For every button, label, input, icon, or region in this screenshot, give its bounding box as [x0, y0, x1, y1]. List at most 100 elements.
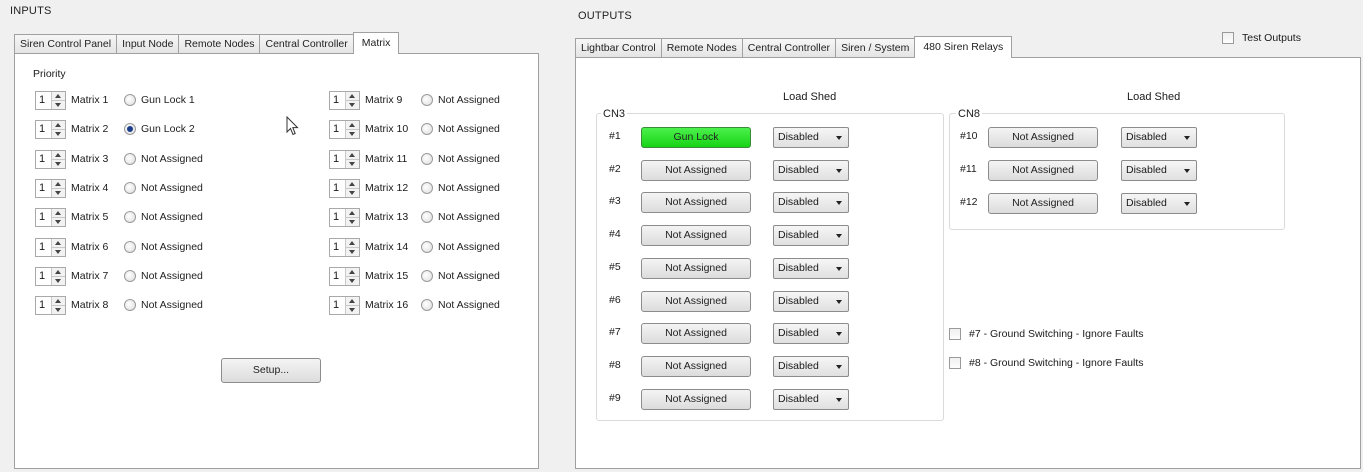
priority-spinner[interactable]: 1 — [35, 237, 66, 257]
spinner-down-icon[interactable] — [55, 249, 61, 254]
priority-spinner[interactable]: 1 — [329, 208, 360, 228]
relay-assign-button[interactable]: Not Assigned — [988, 193, 1098, 214]
matrix-assign-radio[interactable] — [421, 240, 433, 253]
spinner-up-icon[interactable] — [55, 152, 61, 157]
spinner-up-icon[interactable] — [349, 181, 355, 186]
relay-assign-button[interactable]: Not Assigned — [641, 323, 751, 345]
spinner-down-icon[interactable] — [349, 278, 355, 283]
load-shed-select[interactable]: Disabled — [773, 323, 849, 345]
matrix-assign-radio[interactable] — [124, 211, 136, 224]
relay-assign-button[interactable]: Not Assigned — [641, 355, 751, 377]
ground-switching-checkbox[interactable] — [949, 328, 961, 340]
spinner-up-icon[interactable] — [55, 123, 61, 128]
spinner-arrows[interactable] — [345, 150, 359, 168]
spinner-down-icon[interactable] — [349, 190, 355, 195]
priority-spinner[interactable]: 1 — [329, 237, 360, 257]
priority-spinner[interactable]: 1 — [329, 149, 360, 169]
spinner-up-icon[interactable] — [55, 240, 61, 245]
priority-spinner[interactable]: 1 — [35, 208, 66, 228]
relay-assign-button[interactable]: Not Assigned — [641, 192, 751, 214]
spinner-down-icon[interactable] — [55, 308, 61, 313]
load-shed-select[interactable]: Disabled — [773, 159, 849, 181]
tab-480-siren-relays[interactable]: 480 Siren Relays — [914, 36, 1013, 58]
spinner-down-icon[interactable] — [55, 190, 61, 195]
spinner-up-icon[interactable] — [55, 181, 61, 186]
matrix-assign-radio[interactable] — [124, 94, 136, 106]
spinner-down-icon[interactable] — [55, 220, 61, 225]
spinner-up-icon[interactable] — [349, 299, 355, 304]
spinner-arrows[interactable] — [51, 92, 65, 109]
spinner-up-icon[interactable] — [55, 299, 61, 304]
priority-spinner[interactable]: 1 — [329, 120, 360, 140]
matrix-assign-radio[interactable] — [124, 152, 136, 165]
priority-spinner[interactable]: 1 — [35, 91, 66, 110]
matrix-assign-radio[interactable] — [124, 269, 136, 282]
load-shed-select[interactable]: Disabled — [1121, 160, 1197, 181]
spinner-arrows[interactable] — [345, 92, 359, 109]
spinner-up-icon[interactable] — [349, 94, 355, 98]
priority-spinner[interactable]: 1 — [329, 91, 360, 110]
spinner-arrows[interactable] — [345, 297, 359, 315]
spinner-down-icon[interactable] — [55, 103, 61, 107]
spinner-arrows[interactable] — [51, 267, 65, 285]
spinner-up-icon[interactable] — [349, 152, 355, 157]
matrix-assign-radio[interactable] — [421, 299, 433, 312]
tab-input-node[interactable]: Input Node — [116, 34, 180, 54]
spinner-up-icon[interactable] — [55, 269, 61, 274]
matrix-assign-radio[interactable] — [421, 94, 433, 106]
tab-siren-system[interactable]: Siren / System — [835, 38, 916, 58]
load-shed-select[interactable]: Disabled — [773, 355, 849, 377]
relay-assign-button[interactable]: Not Assigned — [641, 159, 751, 181]
spinner-arrows[interactable] — [345, 121, 359, 139]
spinner-arrows[interactable] — [345, 238, 359, 256]
relay-assign-button[interactable]: Not Assigned — [641, 257, 751, 279]
load-shed-select[interactable]: Disabled — [773, 290, 849, 312]
spinner-arrows[interactable] — [51, 150, 65, 168]
spinner-down-icon[interactable] — [349, 308, 355, 313]
matrix-assign-radio[interactable] — [124, 299, 136, 312]
matrix-assign-radio[interactable] — [421, 269, 433, 282]
priority-spinner[interactable]: 1 — [329, 296, 360, 316]
spinner-arrows[interactable] — [345, 209, 359, 227]
ground-switching-checkbox[interactable] — [949, 357, 961, 369]
priority-spinner[interactable]: 1 — [35, 296, 66, 316]
tab-central-controller[interactable]: Central Controller — [259, 34, 354, 54]
spinner-up-icon[interactable] — [349, 269, 355, 274]
relay-assign-button[interactable]: Not Assigned — [988, 127, 1098, 148]
priority-spinner[interactable]: 1 — [35, 120, 66, 140]
matrix-assign-radio[interactable] — [421, 181, 433, 194]
spinner-arrows[interactable] — [51, 121, 65, 139]
load-shed-select[interactable]: Disabled — [773, 192, 849, 214]
relay-assign-button[interactable]: Not Assigned — [988, 160, 1098, 181]
test-outputs-checkbox[interactable] — [1222, 32, 1234, 44]
spinner-up-icon[interactable] — [349, 123, 355, 128]
spinner-up-icon[interactable] — [55, 211, 61, 216]
relay-assign-button[interactable]: Not Assigned — [641, 225, 751, 247]
test-outputs-toggle[interactable]: Test Outputs — [1222, 32, 1332, 48]
spinner-up-icon[interactable] — [55, 94, 61, 98]
tab-central-controller-out[interactable]: Central Controller — [741, 38, 837, 58]
load-shed-select[interactable]: Disabled — [773, 127, 849, 148]
spinner-arrows[interactable] — [345, 179, 359, 197]
spinner-down-icon[interactable] — [55, 161, 61, 166]
spinner-down-icon[interactable] — [55, 278, 61, 283]
load-shed-select[interactable]: Disabled — [1121, 127, 1197, 148]
spinner-down-icon[interactable] — [55, 132, 61, 137]
load-shed-select[interactable]: Disabled — [773, 388, 849, 410]
tab-remote-nodes[interactable]: Remote Nodes — [178, 34, 261, 54]
spinner-arrows[interactable] — [51, 209, 65, 227]
matrix-assign-radio[interactable] — [421, 152, 433, 165]
spinner-arrows[interactable] — [51, 179, 65, 197]
spinner-arrows[interactable] — [51, 297, 65, 315]
load-shed-select[interactable]: Disabled — [1121, 193, 1197, 214]
priority-spinner[interactable]: 1 — [329, 178, 360, 198]
tab-remote-nodes-out[interactable]: Remote Nodes — [660, 38, 743, 58]
spinner-down-icon[interactable] — [349, 132, 355, 137]
tab-lightbar-control[interactable]: Lightbar Control — [575, 38, 662, 58]
tab-siren-control-panel[interactable]: Siren Control Panel — [14, 34, 118, 54]
priority-spinner[interactable]: 1 — [35, 178, 66, 198]
matrix-assign-radio[interactable] — [421, 211, 433, 224]
relay-assign-button[interactable]: Not Assigned — [641, 290, 751, 312]
relay-assign-button[interactable]: Not Assigned — [641, 388, 751, 410]
spinner-arrows[interactable] — [51, 238, 65, 256]
